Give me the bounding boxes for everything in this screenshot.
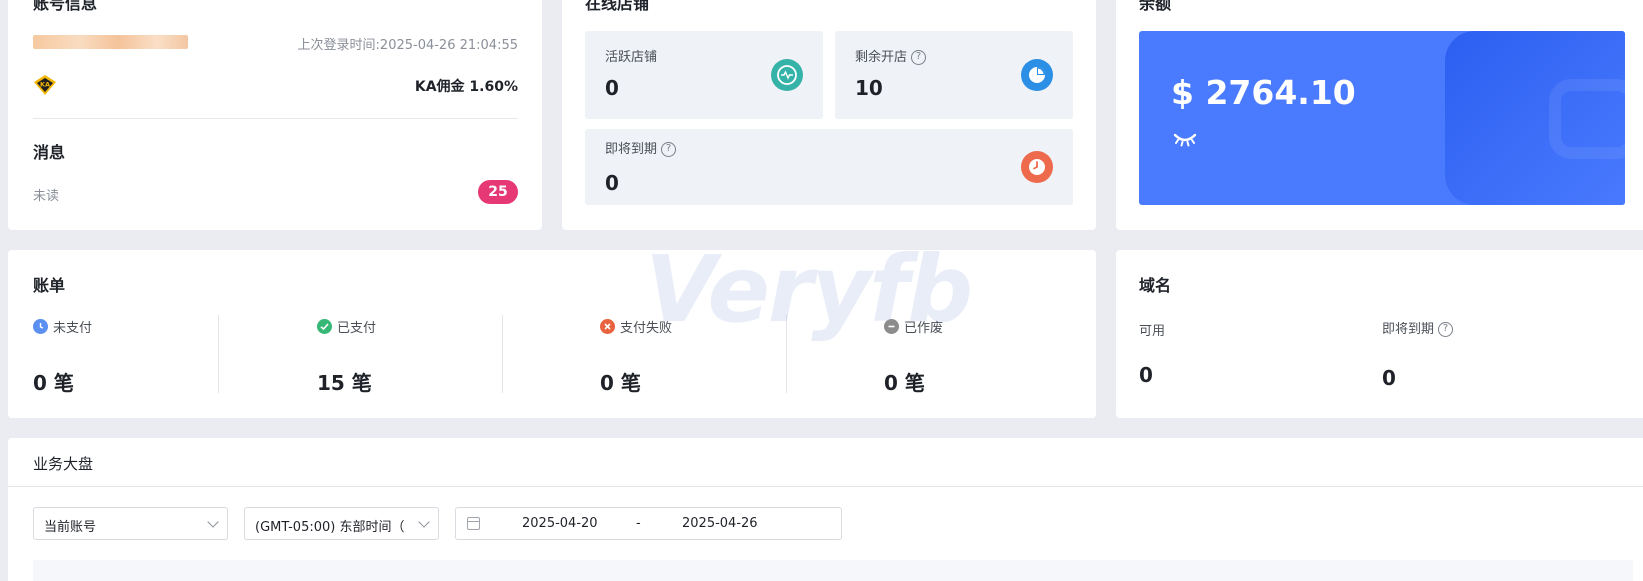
bill-voided-value: 0 笔 [884, 371, 925, 395]
bill-failed-value: 0 笔 [600, 371, 641, 395]
shops-card: 在线店铺 活跃店铺 0 剩余开店? 10 即将到期? 0 [562, 0, 1096, 230]
date-range-picker[interactable]: 2025-04-20 - 2025-04-26 [455, 507, 842, 540]
account-select[interactable]: 当前账号 [33, 507, 228, 540]
dashboard-title: 业务大盘 [33, 455, 94, 473]
divider [218, 315, 219, 393]
domains-expiring-label: 即将到期 [1382, 322, 1435, 337]
shops-title: 在线店铺 [585, 0, 650, 13]
remaining-shops-label: 剩余开店 [855, 50, 908, 65]
pie-chart-icon [1021, 59, 1053, 91]
domains-card: 域名 可用 0 即将到期? 0 [1116, 250, 1643, 418]
timezone-select-value: (GMT-05:00) 东部时间（ [255, 520, 405, 535]
account-title: 账号信息 [33, 0, 98, 13]
bill-paid-label: 已支付 [337, 321, 377, 336]
divider [786, 315, 787, 393]
account-name-blurred [33, 35, 188, 49]
active-shops-label: 活跃店铺 [605, 50, 658, 65]
date-end[interactable]: 2025-04-26 [682, 516, 758, 531]
domains-title: 域名 [1139, 276, 1172, 295]
expiring-shops-label-wrap: 即将到期? [605, 138, 677, 157]
balance-amount: $ 2764.10 [1171, 73, 1356, 112]
bill-unpaid-label: 未支付 [53, 321, 93, 336]
domains-available-label: 可用 [1139, 324, 1166, 339]
bill-failed-label: 支付失败 [620, 321, 673, 336]
eye-closed-icon[interactable] [1173, 132, 1197, 148]
balance-panel: $ 2764.10 [1139, 31, 1625, 205]
activity-icon [771, 59, 803, 91]
x-circle-icon [600, 319, 615, 334]
domains-expiring-value: 0 [1382, 366, 1396, 390]
help-icon[interactable]: ? [1438, 322, 1454, 337]
chevron-down-icon [418, 516, 430, 528]
bill-unpaid[interactable]: 未支付 0 笔 [33, 250, 233, 418]
timezone-select[interactable]: (GMT-05:00) 东部时间（ [244, 507, 439, 540]
last-login-time: 上次登录时间:2025-04-26 21:04:55 [297, 38, 518, 53]
domains-expiring-label-wrap: 即将到期? [1382, 318, 1454, 337]
divider [8, 486, 1643, 487]
bill-voided-label: 已作废 [904, 321, 944, 336]
expiring-shops-label: 即将到期 [605, 142, 658, 157]
remaining-shops-value: 10 [855, 76, 883, 100]
unread-label[interactable]: 未读 [33, 185, 59, 204]
remaining-shops-label-wrap: 剩余开店? [855, 46, 927, 65]
svg-text:KA: KA [40, 81, 50, 89]
chart-area [33, 560, 1633, 581]
bill-voided[interactable]: 已作废 0 笔 [884, 250, 1084, 418]
unread-count-badge[interactable]: 25 [478, 180, 518, 204]
chevron-down-icon [207, 516, 219, 528]
bill-paid[interactable]: 已支付 15 笔 [317, 250, 517, 418]
bills-card: 账单 未支付 0 笔 已支付 15 笔 支付失败 0 笔 已作废 0 笔 Ver… [8, 236, 1096, 418]
help-icon[interactable]: ? [911, 50, 927, 65]
divider [502, 315, 503, 393]
help-icon[interactable]: ? [661, 142, 677, 157]
balance-card: 余额 $ 2764.10 [1116, 0, 1643, 230]
date-separator: - [636, 516, 641, 531]
check-circle-icon [317, 319, 332, 334]
active-shops-value: 0 [605, 76, 619, 100]
account-select-value: 当前账号 [44, 520, 97, 535]
divider [33, 118, 518, 119]
expiring-shops-value: 0 [605, 171, 619, 195]
remaining-shops-box[interactable]: 剩余开店? 10 [835, 31, 1073, 119]
clock-icon [1021, 151, 1053, 183]
bill-paid-value: 15 笔 [317, 371, 372, 395]
ka-badge-icon: KA [33, 74, 57, 96]
account-card: 账号信息 上次登录时间:2025-04-26 21:04:55 KA KA佣金 … [8, 0, 542, 230]
domains-available-value: 0 [1139, 363, 1153, 387]
minus-circle-icon [884, 319, 899, 334]
expiring-shops-box[interactable]: 即将到期? 0 [585, 129, 1073, 205]
balance-title: 余额 [1139, 0, 1172, 13]
date-start[interactable]: 2025-04-20 [522, 516, 598, 531]
wallet-icon [1549, 79, 1625, 159]
ka-commission: KA佣金 1.60% [414, 79, 518, 95]
active-shops-box[interactable]: 活跃店铺 0 [585, 31, 823, 119]
calendar-icon [467, 517, 480, 530]
bill-failed[interactable]: 支付失败 0 笔 [600, 250, 800, 418]
clock-icon [33, 319, 48, 334]
messages-title: 消息 [33, 143, 66, 162]
bill-unpaid-value: 0 笔 [33, 371, 74, 395]
